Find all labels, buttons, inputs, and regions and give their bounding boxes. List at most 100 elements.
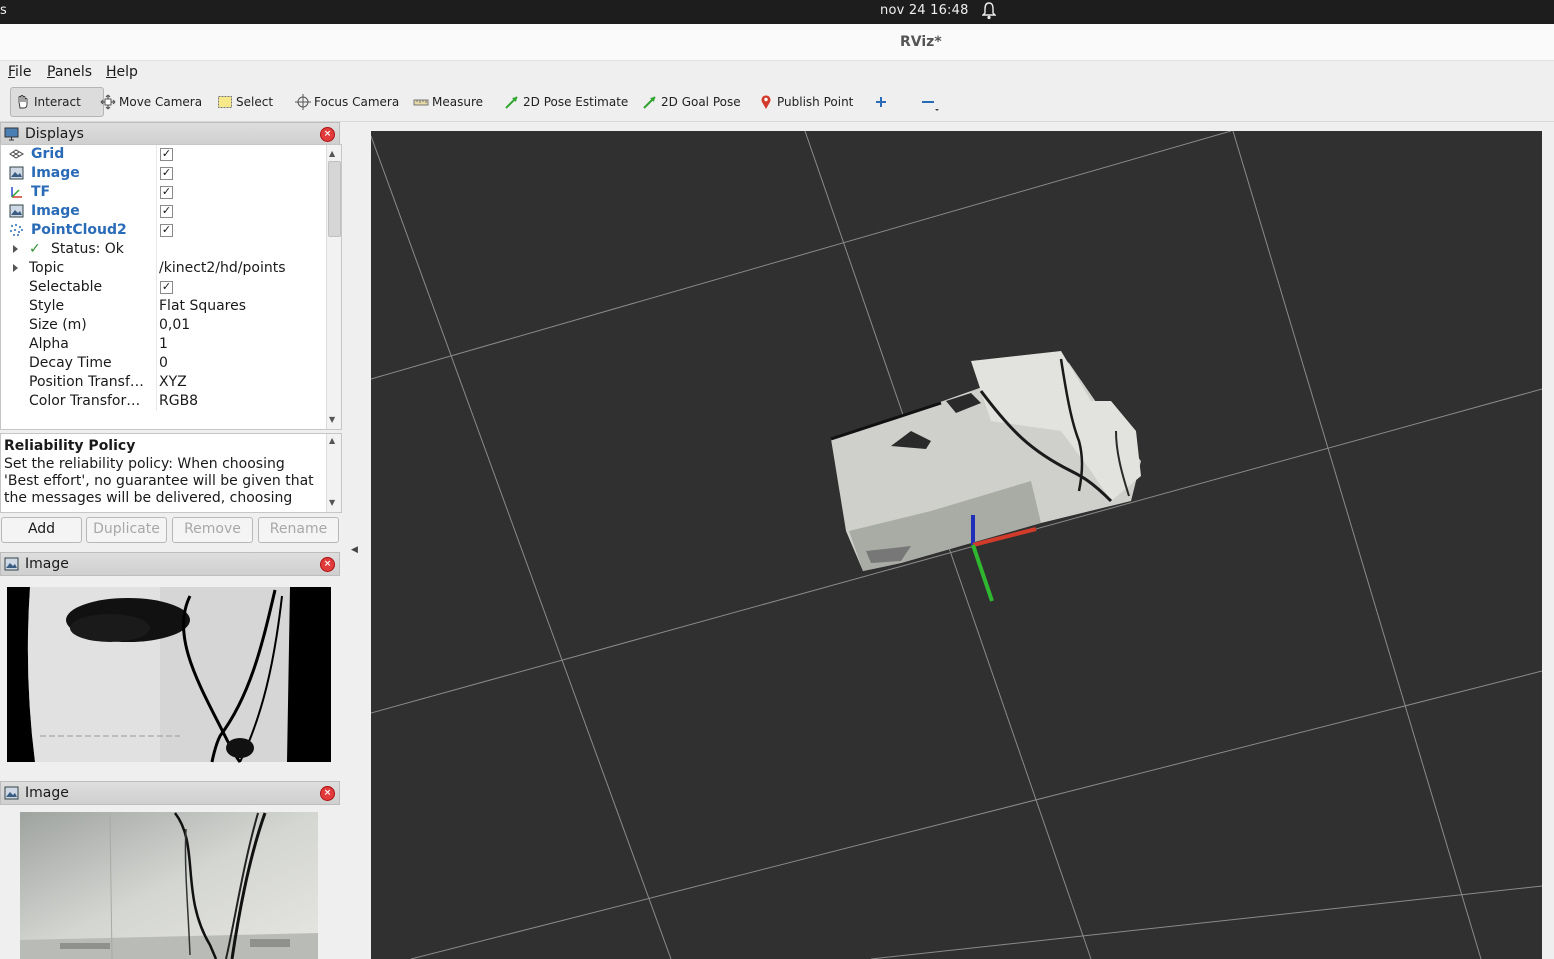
menu-panels[interactable]: Panels bbox=[47, 64, 92, 80]
image-icon bbox=[4, 557, 19, 571]
grid-icon bbox=[9, 147, 25, 161]
tool-label: 2D Goal Pose bbox=[661, 95, 741, 109]
window-title-bar[interactable]: RViz* bbox=[0, 24, 1554, 61]
duplicate-button[interactable]: Duplicate bbox=[86, 517, 167, 543]
display-item-tf[interactable]: TF ✓ bbox=[1, 183, 325, 202]
alpha-value[interactable]: 1 bbox=[159, 336, 168, 352]
selectable-checkbox[interactable]: ✓ bbox=[160, 281, 173, 294]
activities-label[interactable]: s bbox=[0, 3, 7, 18]
property-decay-time[interactable]: Decay Time 0 bbox=[1, 354, 325, 373]
image-icon bbox=[9, 204, 24, 218]
goal-pose-tool-button[interactable]: 2D Goal Pose bbox=[642, 91, 741, 113]
rename-button[interactable]: Rename bbox=[258, 517, 339, 543]
plus-icon bbox=[873, 94, 889, 110]
enable-checkbox[interactable]: ✓ bbox=[160, 205, 173, 218]
menu-file[interactable]: File bbox=[8, 64, 31, 80]
position-value[interactable]: XYZ bbox=[159, 374, 187, 390]
scroll-up-icon[interactable]: ▲ bbox=[329, 436, 335, 445]
color-value[interactable]: RGB8 bbox=[159, 393, 198, 409]
close-icon[interactable]: × bbox=[320, 127, 335, 142]
property-status[interactable]: ✓ Status: Ok bbox=[1, 240, 325, 259]
description-text: Set the reliability policy: When choosin… bbox=[4, 456, 314, 506]
description-title: Reliability Policy bbox=[4, 438, 136, 454]
scroll-thumb[interactable] bbox=[328, 161, 341, 237]
property-label: Color Transfor… bbox=[29, 393, 141, 409]
display-item-pointcloud2[interactable]: PointCloud2 ✓ bbox=[1, 221, 325, 240]
ruler-icon bbox=[413, 94, 429, 110]
collapse-arrow-icon[interactable]: ◀ bbox=[351, 545, 358, 555]
description-scrollbar[interactable]: ▲ ▼ bbox=[326, 434, 341, 512]
add-button[interactable]: Add bbox=[1, 517, 82, 543]
property-color-transformer[interactable]: Color Transfor… RGB8 bbox=[1, 392, 325, 411]
system-clock[interactable]: nov 24 16:48 bbox=[880, 3, 969, 18]
move-camera-tool-button[interactable]: Move Camera bbox=[100, 91, 202, 113]
property-topic[interactable]: Topic /kinect2/hd/points bbox=[1, 259, 325, 278]
add-tool-button[interactable] bbox=[873, 91, 889, 113]
remove-button[interactable]: Remove bbox=[172, 517, 253, 543]
move-camera-icon bbox=[100, 94, 116, 110]
pose-estimate-tool-button[interactable]: 2D Pose Estimate bbox=[504, 91, 628, 113]
display-name: Image bbox=[31, 203, 80, 219]
property-size[interactable]: Size (m) 0,01 bbox=[1, 316, 325, 335]
display-name: TF bbox=[31, 184, 51, 200]
close-icon[interactable]: × bbox=[320, 786, 335, 801]
close-icon[interactable]: × bbox=[320, 557, 335, 572]
measure-tool-button[interactable]: Measure bbox=[413, 91, 483, 113]
select-box-icon bbox=[217, 94, 233, 110]
check-icon: ✓ bbox=[29, 241, 41, 257]
displays-panel-header[interactable]: Displays × bbox=[0, 122, 340, 146]
property-label: Style bbox=[29, 298, 65, 314]
property-style[interactable]: Style Flat Squares bbox=[1, 297, 325, 316]
property-label: Position Transf… bbox=[29, 374, 144, 390]
displays-panel-title: Displays bbox=[25, 126, 84, 142]
tool-label: Select bbox=[236, 95, 274, 109]
tree-scrollbar[interactable]: ▲ ▼ bbox=[326, 145, 341, 429]
bell-icon[interactable] bbox=[981, 2, 997, 24]
tool-label: 2D Pose Estimate bbox=[523, 95, 629, 109]
enable-checkbox[interactable]: ✓ bbox=[160, 167, 173, 180]
scroll-up-icon[interactable]: ▲ bbox=[329, 149, 335, 158]
remove-tool-button[interactable] bbox=[920, 91, 939, 113]
display-item-image[interactable]: Image ✓ bbox=[1, 164, 325, 183]
property-selectable[interactable]: Selectable ✓ bbox=[1, 278, 325, 297]
display-name: Grid bbox=[31, 146, 65, 162]
depth-image bbox=[7, 587, 331, 763]
topic-value[interactable]: /kinect2/hd/points bbox=[159, 260, 286, 276]
menu-help[interactable]: Help bbox=[106, 64, 138, 80]
style-value[interactable]: Flat Squares bbox=[159, 298, 246, 314]
size-value[interactable]: 0,01 bbox=[159, 317, 190, 333]
display-item-image-2[interactable]: Image ✓ bbox=[1, 202, 325, 221]
interact-tool-button[interactable]: Interact bbox=[10, 87, 104, 117]
select-tool-button[interactable]: Select bbox=[217, 91, 273, 113]
tool-label: Publish Point bbox=[777, 95, 854, 109]
focus-camera-tool-button[interactable]: Focus Camera bbox=[295, 91, 399, 113]
window-title: RViz* bbox=[900, 34, 942, 50]
menu-bar: File Panels Help bbox=[0, 61, 1554, 83]
rgb-image bbox=[20, 812, 318, 959]
system-top-bar: s nov 24 16:48 bbox=[0, 0, 1554, 24]
tool-label: Measure bbox=[432, 95, 483, 109]
expand-arrow-icon[interactable] bbox=[13, 264, 18, 272]
scroll-down-icon[interactable]: ▼ bbox=[329, 498, 335, 507]
tool-label: Focus Camera bbox=[314, 95, 400, 109]
3d-viewport[interactable] bbox=[371, 131, 1542, 959]
property-position-transformer[interactable]: Position Transf… XYZ bbox=[1, 373, 325, 392]
enable-checkbox[interactable]: ✓ bbox=[160, 224, 173, 237]
axes-icon bbox=[9, 185, 24, 199]
image-panel-header-2[interactable]: Image × bbox=[0, 781, 340, 805]
green-arrow-icon bbox=[642, 94, 658, 110]
publish-point-tool-button[interactable]: Publish Point bbox=[758, 91, 853, 113]
focus-crosshair-icon bbox=[295, 94, 311, 110]
enable-checkbox[interactable]: ✓ bbox=[160, 186, 173, 199]
property-label: Selectable bbox=[29, 279, 103, 295]
image-icon bbox=[9, 166, 24, 180]
property-alpha[interactable]: Alpha 1 bbox=[1, 335, 325, 354]
display-item-grid[interactable]: Grid ✓ bbox=[1, 145, 325, 164]
image-panel-header[interactable]: Image × bbox=[0, 552, 340, 576]
decay-value[interactable]: 0 bbox=[159, 355, 168, 371]
enable-checkbox[interactable]: ✓ bbox=[160, 148, 173, 161]
scroll-down-icon[interactable]: ▼ bbox=[329, 415, 335, 424]
property-label: Decay Time bbox=[29, 355, 112, 371]
expand-arrow-icon[interactable] bbox=[13, 245, 18, 253]
image-panel-title: Image bbox=[25, 785, 69, 801]
